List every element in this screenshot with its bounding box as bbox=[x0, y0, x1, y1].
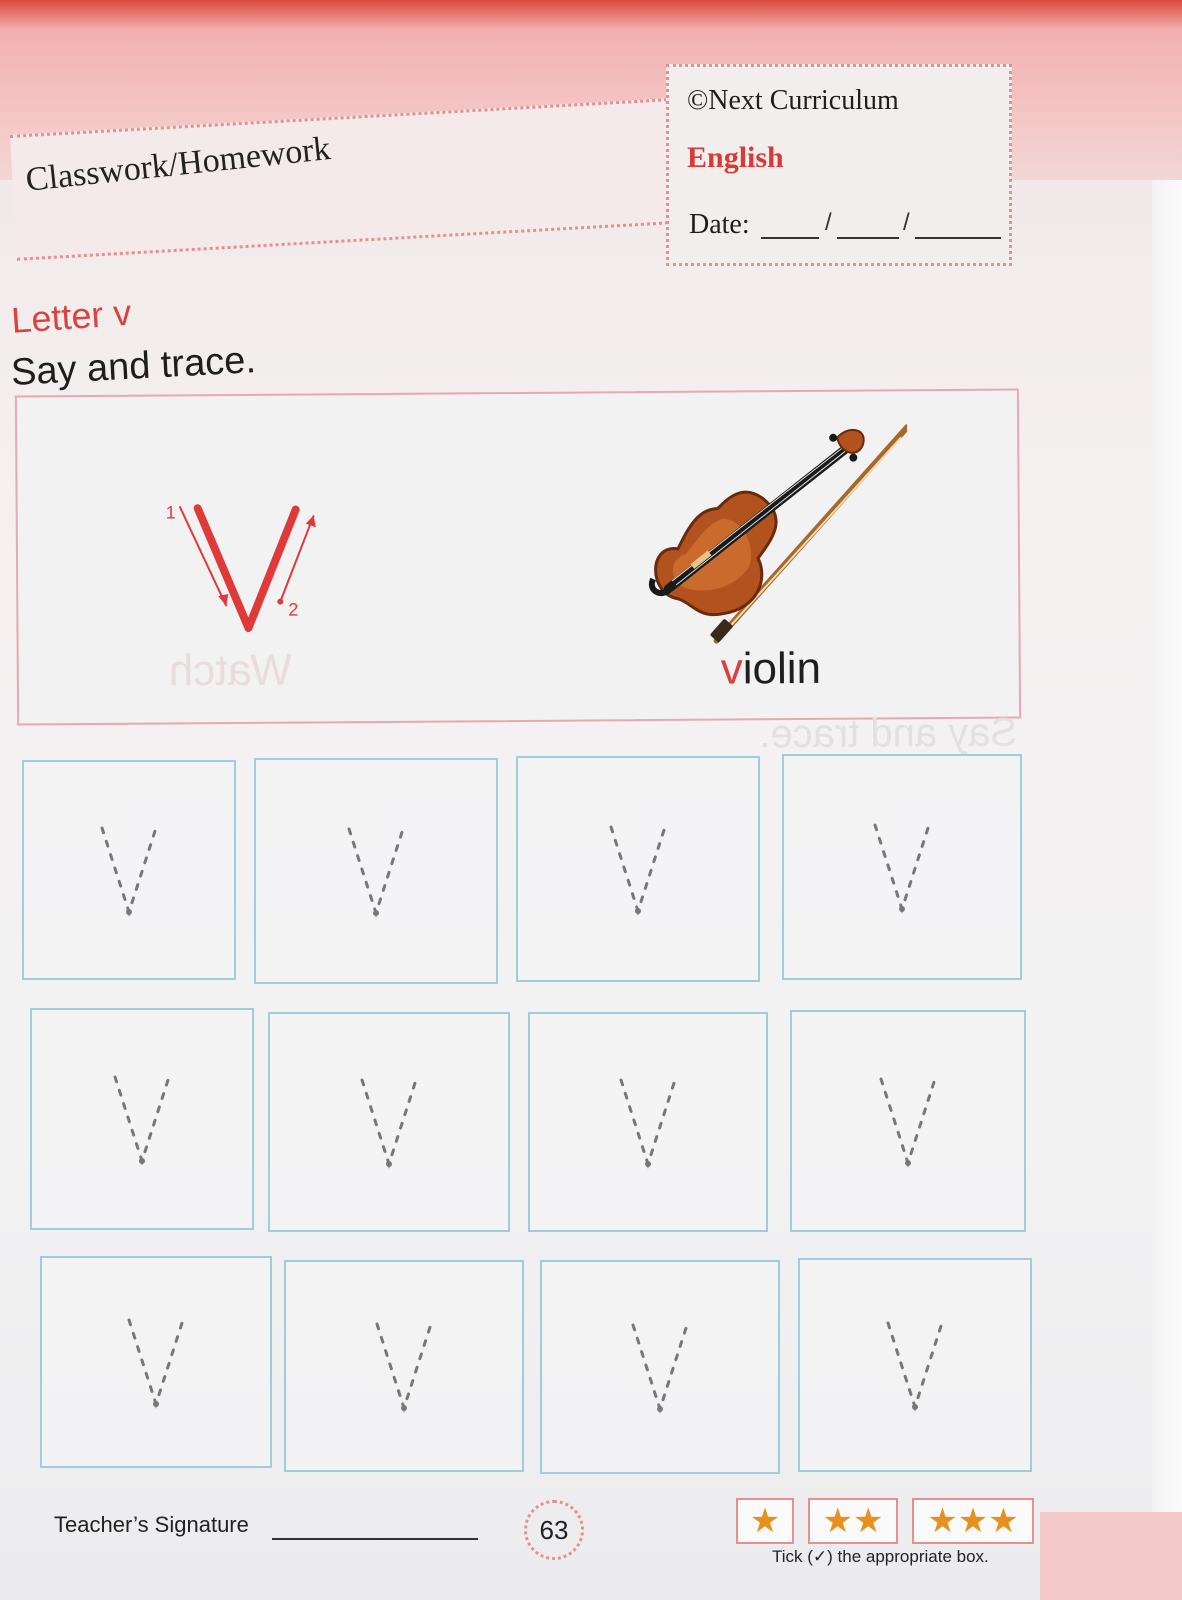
dotted-letter-v bbox=[113, 1075, 171, 1166]
trace-box[interactable] bbox=[254, 758, 498, 984]
tick-instruction: Tick (✓) the appropriate box. bbox=[772, 1547, 989, 1566]
teacher-signature-label: Teacher’s Signature bbox=[54, 1512, 249, 1537]
top-shadow bbox=[0, 0, 1182, 30]
date-month-line[interactable] bbox=[837, 237, 899, 239]
dotted-letter-v bbox=[100, 826, 158, 917]
dotted-letter-v bbox=[619, 1078, 677, 1169]
signature-line[interactable] bbox=[272, 1538, 478, 1540]
tuning-peg bbox=[849, 453, 858, 462]
trace-box[interactable] bbox=[22, 760, 236, 980]
two-star-box[interactable]: ★★ bbox=[808, 1498, 898, 1544]
tuning-peg bbox=[829, 433, 838, 442]
trace-box[interactable] bbox=[516, 756, 760, 982]
worksheet-page: Classwork/Homework ©Next Curriculum Engl… bbox=[0, 0, 1182, 1600]
dotted-letter-v bbox=[886, 1321, 944, 1412]
bleed-through-text: Say and trace. bbox=[759, 710, 1018, 757]
trace-box[interactable] bbox=[528, 1012, 768, 1232]
arrowhead-icon bbox=[218, 594, 229, 607]
trace-box[interactable] bbox=[798, 1258, 1032, 1472]
instruction-text: Say and trace. bbox=[10, 339, 257, 394]
start-dot bbox=[194, 505, 201, 512]
word-first-letter: v bbox=[720, 644, 743, 694]
date-separator: / bbox=[825, 209, 832, 236]
violin-icon bbox=[648, 424, 909, 644]
dotted-letter-v bbox=[873, 823, 931, 914]
trace-box[interactable] bbox=[284, 1260, 524, 1472]
date-day-line[interactable] bbox=[761, 237, 819, 239]
page-number: 63 bbox=[524, 1500, 584, 1560]
dotted-letter-v bbox=[609, 825, 667, 916]
three-star-box[interactable]: ★★★ bbox=[912, 1498, 1034, 1544]
date-year-line[interactable] bbox=[915, 237, 1001, 239]
dotted-letter-v bbox=[879, 1077, 937, 1168]
bleed-through-text: Watch bbox=[168, 645, 293, 696]
dotted-letter-v bbox=[347, 827, 405, 918]
dotted-letter-v bbox=[127, 1318, 185, 1409]
word-rest: iolin bbox=[742, 643, 822, 694]
one-star-box[interactable]: ★ bbox=[736, 1498, 794, 1544]
date-field[interactable] bbox=[761, 237, 1001, 239]
stroke-1-line bbox=[193, 504, 253, 632]
stroke-1-number: 1 bbox=[166, 502, 176, 522]
subject-label: English bbox=[687, 141, 784, 174]
page-edge bbox=[1152, 180, 1182, 1600]
letter-v-stroke-model: 1 2 bbox=[166, 502, 316, 632]
example-word: violin bbox=[721, 644, 822, 695]
trace-box[interactable] bbox=[30, 1008, 254, 1230]
lesson-title: Letter v bbox=[10, 291, 133, 341]
trace-box[interactable] bbox=[790, 1010, 1026, 1232]
trace-box[interactable] bbox=[782, 754, 1022, 980]
dotted-letter-v bbox=[360, 1078, 418, 1169]
info-box: ©Next Curriculum English Date: / / bbox=[666, 64, 1012, 266]
date-label: Date: bbox=[689, 209, 750, 240]
stroke-2-number: 2 bbox=[288, 600, 298, 620]
footer-band bbox=[1040, 1512, 1182, 1600]
dotted-letter-v bbox=[631, 1323, 689, 1414]
example-panel: 1 2 Watch violin Say and trace. bbox=[14, 388, 1022, 756]
trace-box[interactable] bbox=[40, 1256, 272, 1468]
dotted-letter-v bbox=[375, 1322, 433, 1413]
trace-box[interactable] bbox=[540, 1260, 780, 1474]
start-dot bbox=[277, 598, 284, 605]
date-separator: / bbox=[903, 209, 910, 236]
trace-box[interactable] bbox=[268, 1012, 510, 1232]
copyright-text: ©Next Curriculum bbox=[687, 85, 899, 116]
